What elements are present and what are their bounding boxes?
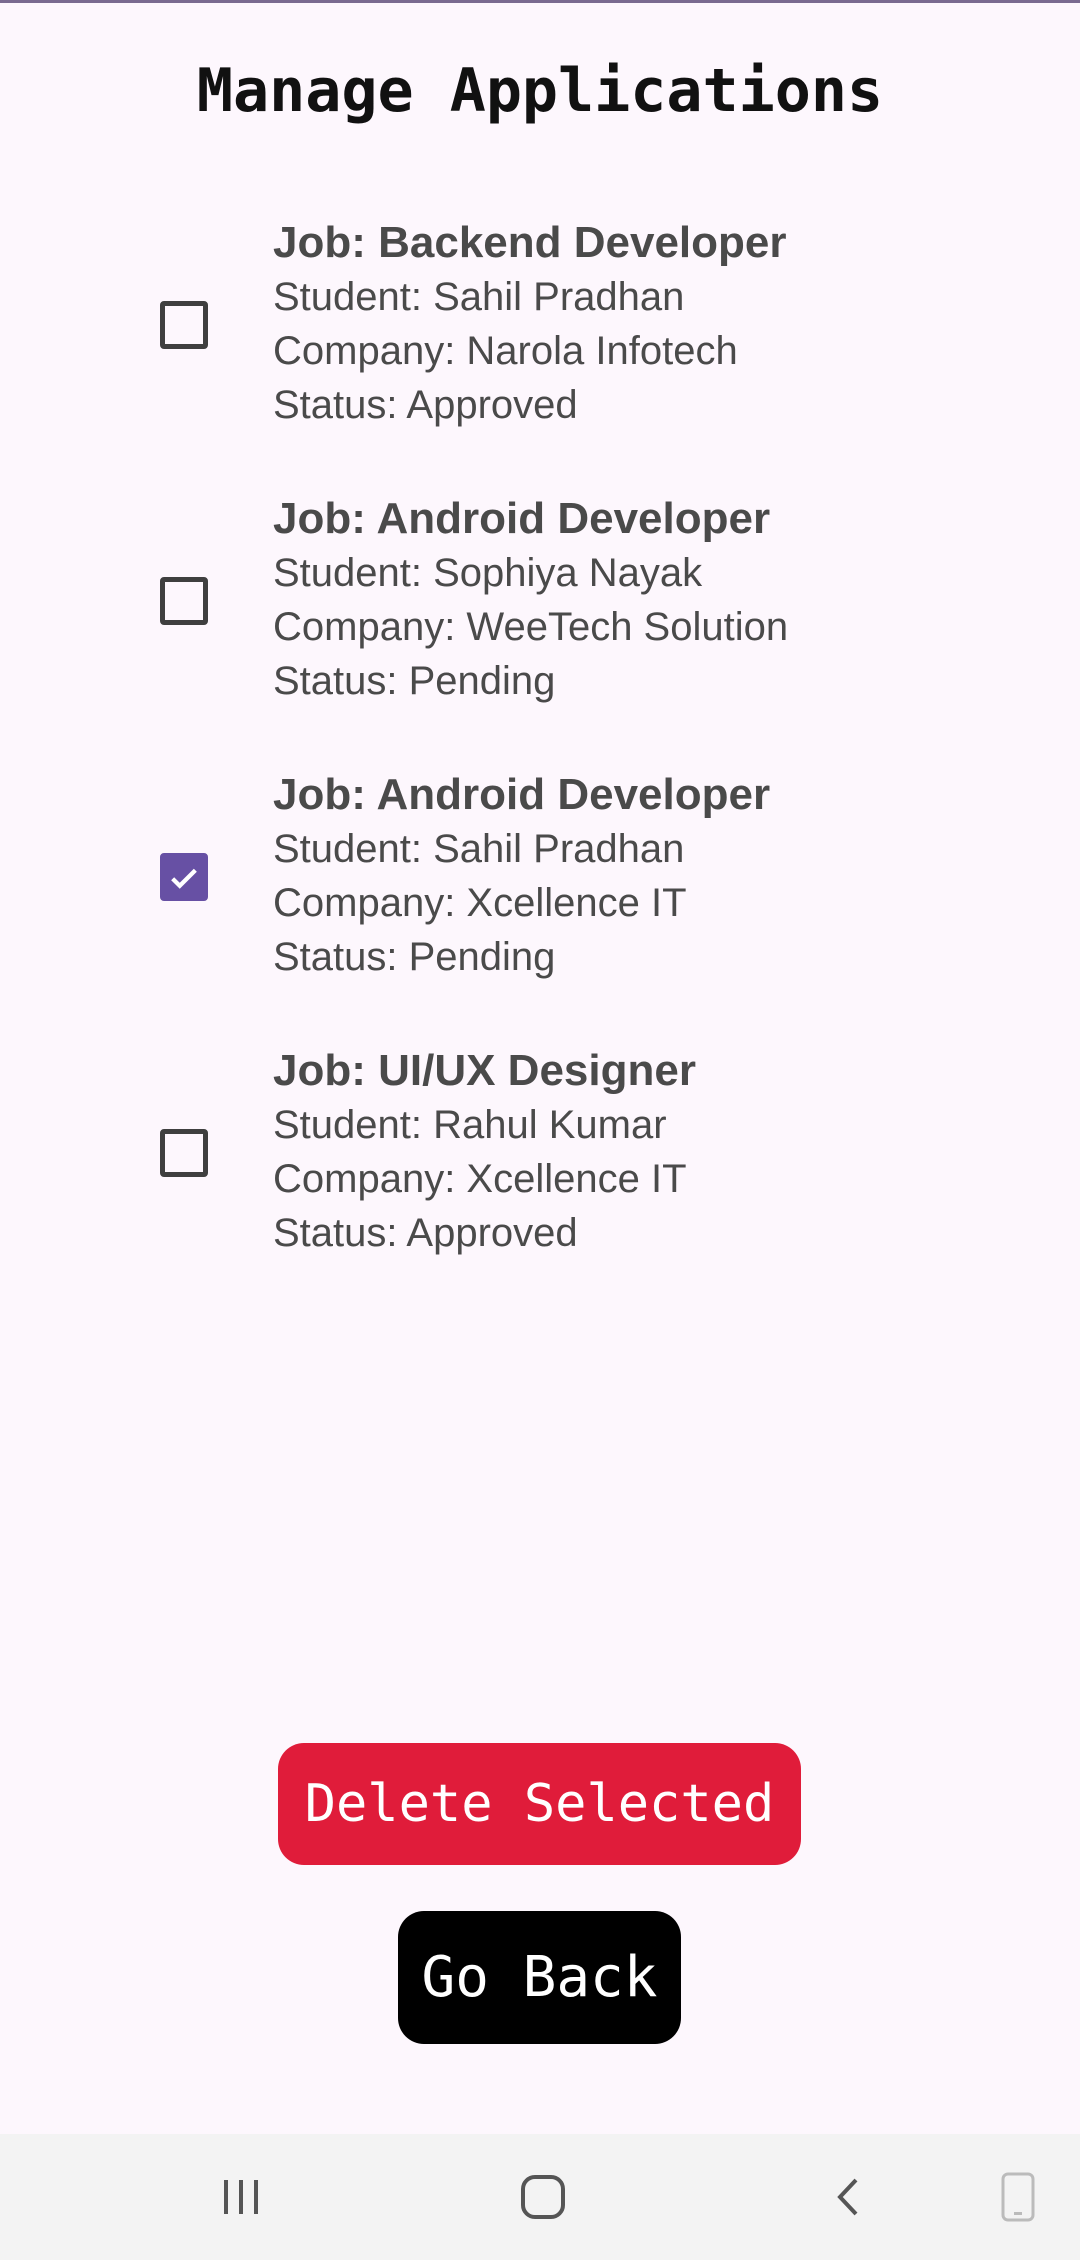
back-icon[interactable] <box>826 2174 872 2220</box>
application-details: Job: Android Developer Student: Sophiya … <box>273 492 788 708</box>
student-name: Student: Rahul Kumar <box>273 1103 667 1147</box>
select-checkbox[interactable] <box>160 853 208 901</box>
application-details: Job: Android Developer Student: Sahil Pr… <box>273 768 770 984</box>
list-item: Job: UI/UX Designer Student: Rahul Kumar… <box>0 1044 1080 1320</box>
top-divider <box>0 0 1080 3</box>
job-title: Job: Android Developer <box>273 494 771 543</box>
go-back-button[interactable]: Go Back <box>398 1911 681 2044</box>
company-name: Company: Xcellence IT <box>273 881 687 925</box>
company-name: Company: Narola Infotech <box>273 329 738 373</box>
company-name: Company: Xcellence IT <box>273 1157 687 1201</box>
application-list: Job: Backend Developer Student: Sahil Pr… <box>0 216 1080 1320</box>
page-title: Manage Applications <box>196 56 884 126</box>
application-status: Status: Pending <box>273 659 556 703</box>
application-status: Status: Pending <box>273 935 556 979</box>
checkmark-icon <box>171 868 197 889</box>
company-name: Company: WeeTech Solution <box>273 605 789 649</box>
system-nav-bar <box>0 2134 1080 2260</box>
select-checkbox[interactable] <box>160 577 208 625</box>
application-details: Job: UI/UX Designer Student: Rahul Kumar… <box>273 1044 696 1260</box>
list-item: Job: Backend Developer Student: Sahil Pr… <box>0 216 1080 492</box>
rotate-icon[interactable] <box>998 2170 1038 2224</box>
application-status: Status: Approved <box>273 1211 578 1255</box>
delete-selected-button[interactable]: Delete Selected <box>278 1743 801 1865</box>
job-title: Job: Android Developer <box>273 770 771 819</box>
list-item: Job: Android Developer Student: Sophiya … <box>0 492 1080 768</box>
list-item: Job: Android Developer Student: Sahil Pr… <box>0 768 1080 1044</box>
student-name: Student: Sahil Pradhan <box>273 275 685 319</box>
student-name: Student: Sahil Pradhan <box>273 827 685 871</box>
select-checkbox[interactable] <box>160 301 208 349</box>
application-status: Status: Approved <box>273 383 578 427</box>
application-details: Job: Backend Developer Student: Sahil Pr… <box>273 216 787 432</box>
job-title: Job: UI/UX Designer <box>273 1046 696 1095</box>
home-icon[interactable] <box>518 2172 568 2222</box>
select-checkbox[interactable] <box>160 1129 208 1177</box>
recent-apps-icon[interactable] <box>218 2174 264 2220</box>
job-title: Job: Backend Developer <box>273 218 787 267</box>
student-name: Student: Sophiya Nayak <box>273 551 703 595</box>
